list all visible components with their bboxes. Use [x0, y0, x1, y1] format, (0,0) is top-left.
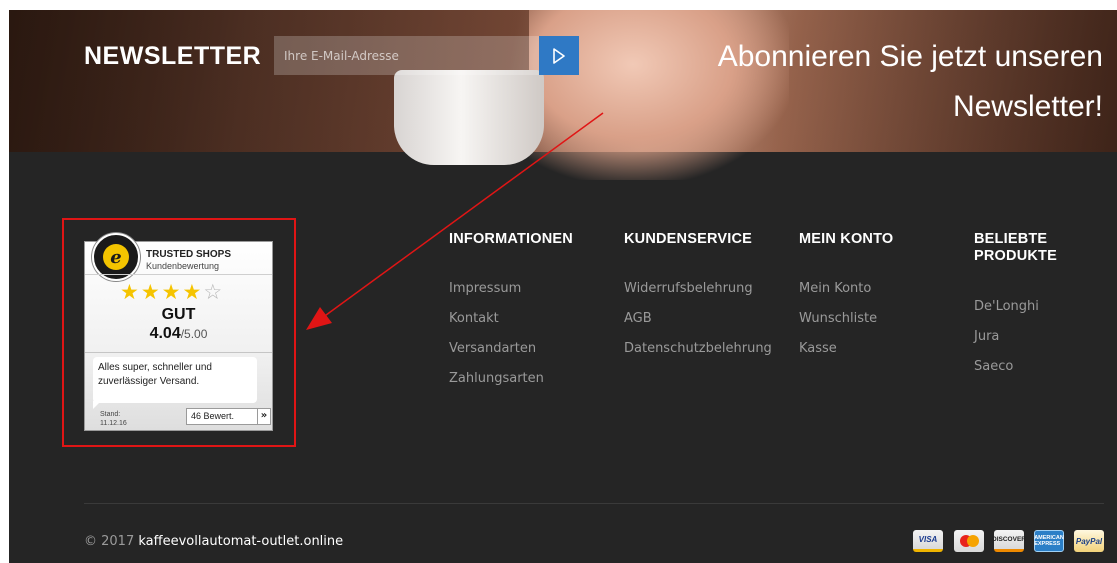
annotation-arrow: [306, 112, 604, 330]
